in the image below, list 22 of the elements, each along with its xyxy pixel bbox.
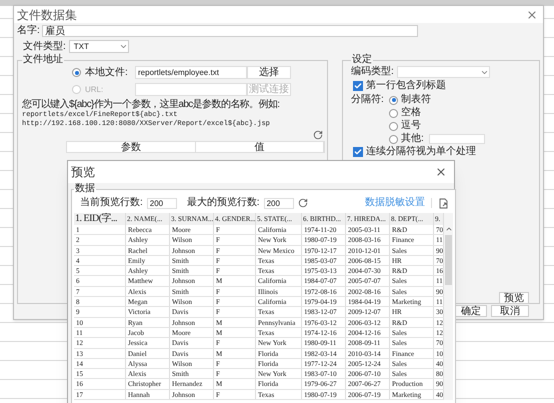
window-title: 预览: [71, 165, 95, 179]
checkbox-label: 连续分隔符视为单个处理: [366, 146, 476, 158]
radio-label: 空格: [401, 107, 421, 119]
group-legend: 数据: [74, 183, 96, 195]
checkbox-label: 第一行包含列标题: [366, 80, 446, 92]
radio-label: 本地文件:: [85, 66, 129, 78]
group-legend: 设定: [351, 54, 373, 66]
window-title: 文件数据集: [17, 8, 77, 22]
column-header: 值: [196, 142, 324, 152]
field-label: 最大的预览行数:: [186, 197, 260, 209]
field-label: 文件类型:: [23, 40, 66, 52]
radio-label: 其他:: [401, 133, 424, 145]
field-label: 编码类型:: [351, 66, 394, 78]
field-label: 名字:: [17, 25, 40, 37]
field-label: 分隔符:: [351, 94, 385, 107]
column-header: 参数: [67, 142, 196, 152]
field-label: 当前预览行数:: [80, 197, 143, 209]
help-text: 您可以键入${abc}作为一个参数，这里abc是参数的名称。例如:: [22, 99, 280, 110]
group-legend: 文件地址: [22, 54, 64, 66]
radio-label: 逗号: [401, 120, 421, 132]
radio-label: 制表符: [401, 94, 431, 106]
radio-label: URL:: [85, 84, 104, 96]
